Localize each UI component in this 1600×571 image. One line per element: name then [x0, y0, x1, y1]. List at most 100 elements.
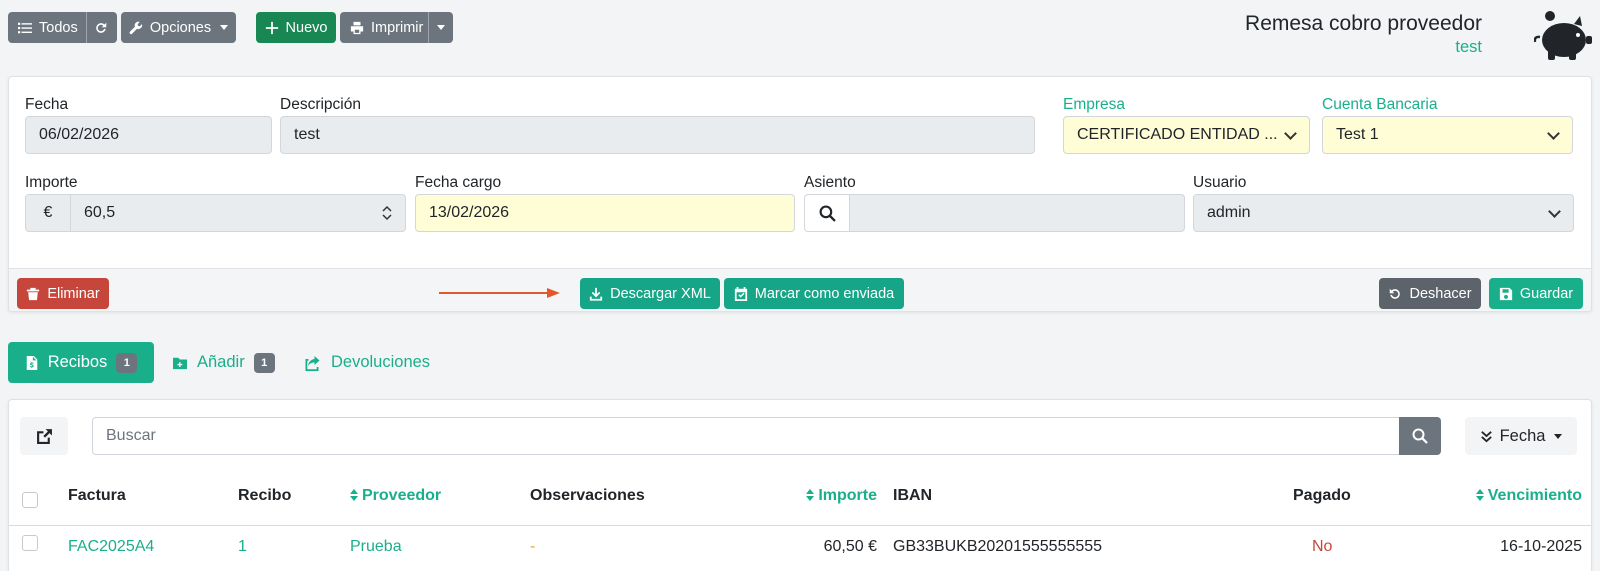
row-checkbox[interactable] [22, 535, 38, 551]
asiento-label: Asiento [804, 174, 856, 191]
refresh-icon[interactable] [94, 21, 108, 35]
open-external-button[interactable] [20, 417, 68, 455]
column-header-observaciones: Observaciones [530, 487, 645, 504]
search-icon [819, 205, 836, 222]
number-spinner-icon[interactable] [382, 205, 392, 221]
share-square-icon [305, 355, 320, 371]
double-chevron-down-icon [1480, 430, 1492, 442]
fecha-cargo-label: Fecha cargo [415, 174, 502, 191]
column-header-pagado: Pagado [1293, 487, 1351, 504]
column-header-vencimiento-label: Vencimiento [1487, 487, 1582, 504]
tab-anadir-label: Añadir [197, 353, 245, 371]
tab-recibos[interactable]: Recibos 1 [8, 342, 154, 383]
new-label: Nuevo [285, 19, 328, 36]
cell-vencimiento: 16-10-2025 [1500, 538, 1582, 555]
delete-label: Eliminar [47, 285, 100, 302]
tab-anadir-count-badge: 1 [253, 352, 275, 373]
list-icon [18, 22, 32, 33]
tab-anadir[interactable]: Añadir 1 [172, 342, 280, 383]
print-label: Imprimir [371, 19, 424, 36]
column-header-iban: IBAN [893, 487, 933, 504]
folder-plus-icon [173, 357, 187, 369]
tab-devoluciones-label: Devoluciones [331, 353, 431, 371]
wrench-icon [129, 21, 142, 34]
caret-down-icon [220, 25, 229, 30]
mark-as-sent-button[interactable]: Marcar como enviada [724, 278, 904, 309]
sort-dropdown-button[interactable]: Fecha [1465, 417, 1577, 455]
search-button[interactable] [1399, 417, 1441, 455]
page-title: Remesa cobro proveedor [1245, 12, 1482, 35]
all-records-label: Todos [39, 19, 78, 36]
search-input[interactable]: Buscar [92, 417, 1400, 455]
download-icon [590, 287, 603, 301]
undo-label: Deshacer [1409, 285, 1472, 302]
usuario-value: admin [1207, 204, 1251, 221]
search-placeholder: Buscar [106, 427, 156, 444]
column-header-recibo: Recibo [238, 487, 292, 504]
importe-label: Importe [25, 174, 78, 191]
options-label: Opciones [149, 19, 212, 36]
undo-icon [1390, 288, 1401, 299]
descripcion-field[interactable]: test [280, 116, 1035, 154]
column-header-importe[interactable]: Importe [806, 487, 877, 505]
column-header-vencimiento[interactable]: Vencimiento [1475, 487, 1582, 505]
cell-iban: GB33BUKB20201555555555 [893, 538, 1103, 555]
piggy-bank-icon [1534, 11, 1592, 60]
tab-recibos-count-badge: 1 [116, 352, 138, 373]
sort-label: Fecha [1499, 426, 1546, 445]
search-icon [1412, 428, 1428, 444]
cell-pagado: No [1312, 538, 1333, 555]
column-header-factura: Factura [68, 487, 126, 504]
cuenta-bancaria-value: Test 1 [1336, 126, 1379, 143]
page-subtitle: test [1455, 38, 1482, 56]
asiento-field[interactable] [849, 194, 1185, 232]
print-button[interactable]: Imprimir [340, 12, 453, 43]
plus-icon [265, 21, 278, 34]
download-xml-button[interactable]: Descargar XML [580, 278, 720, 309]
column-header-importe-label: Importe [818, 487, 877, 504]
fecha-field[interactable]: 06/02/2026 [25, 116, 272, 154]
chevron-down-icon [1548, 205, 1561, 218]
importe-input[interactable]: 60,5 [70, 194, 406, 232]
delete-button[interactable]: Eliminar [17, 278, 109, 309]
sort-icon [806, 489, 815, 501]
empresa-select[interactable]: CERTIFICADO ENTIDAD ... [1063, 116, 1310, 154]
print-dropdown-caret-icon[interactable] [437, 25, 445, 30]
caret-down-icon [1554, 433, 1563, 439]
fecha-cargo-field[interactable]: 13/02/2026 [415, 194, 795, 232]
cell-factura[interactable]: FAC2025A4 [68, 538, 154, 556]
new-button[interactable]: Nuevo [256, 12, 336, 43]
select-all-checkbox[interactable] [22, 492, 38, 508]
all-records-button[interactable]: Todos [8, 12, 117, 43]
annotation-arrow [439, 288, 560, 298]
fecha-label: Fecha [25, 96, 69, 113]
cell-proveedor[interactable]: Prueba [350, 538, 402, 556]
calendar-check-icon [734, 286, 747, 301]
tab-recibos-label: Recibos [47, 353, 108, 371]
tab-devoluciones[interactable]: Devoluciones [304, 342, 444, 383]
receipt-dollar-icon [26, 355, 37, 370]
asiento-search-button[interactable] [804, 194, 850, 232]
column-header-proveedor[interactable]: Proveedor [350, 487, 441, 505]
cuenta-bancaria-label[interactable]: Cuenta Bancaria [1322, 96, 1437, 114]
save-icon [1499, 287, 1513, 300]
save-button[interactable]: Guardar [1489, 278, 1583, 309]
usuario-label: Usuario [1193, 174, 1247, 191]
empresa-value: CERTIFICADO ENTIDAD ... [1077, 126, 1278, 143]
save-label: Guardar [1519, 285, 1574, 302]
options-dropdown-button[interactable]: Opciones [121, 12, 236, 43]
descripcion-label: Descripción [280, 96, 361, 113]
fecha-value: 06/02/2026 [39, 126, 120, 143]
mark-as-sent-label: Marcar como enviada [754, 285, 895, 302]
cuenta-bancaria-select[interactable]: Test 1 [1322, 116, 1573, 154]
chevron-down-icon [1284, 127, 1297, 140]
usuario-select[interactable]: admin [1193, 194, 1574, 232]
empresa-label[interactable]: Empresa [1063, 96, 1125, 114]
undo-button[interactable]: Deshacer [1379, 278, 1481, 309]
download-xml-label: Descargar XML [610, 285, 711, 302]
cell-recibo[interactable]: 1 [238, 538, 247, 556]
external-link-icon [36, 428, 52, 444]
currency-symbol: € [43, 204, 53, 221]
importe-value: 60,5 [84, 204, 116, 221]
chevron-down-icon [1547, 127, 1560, 140]
